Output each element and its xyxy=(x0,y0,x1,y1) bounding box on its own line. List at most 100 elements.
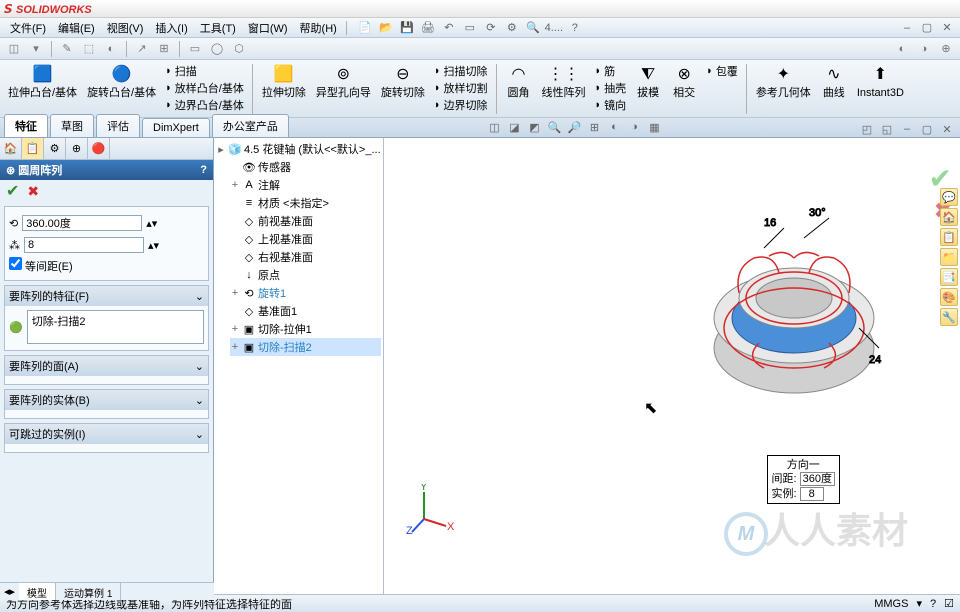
close-icon[interactable]: ✕ xyxy=(938,20,956,36)
intersect-button[interactable]: ⊗相交 xyxy=(667,62,701,101)
tab-evaluate[interactable]: 评估 xyxy=(96,114,140,137)
new-icon[interactable]: 📄 xyxy=(356,20,374,36)
pm-help-button[interactable]: ? xyxy=(200,164,207,176)
tab-model[interactable]: 模型 xyxy=(19,583,56,600)
mirror-button[interactable]: ◗ 镜向 xyxy=(595,97,627,113)
draft-button[interactable]: ⧨拔模 xyxy=(631,62,665,101)
tree-node[interactable]: ↓原点 xyxy=(230,266,381,284)
minimize-icon[interactable]: – xyxy=(898,20,916,36)
tree-node[interactable]: +A注解 xyxy=(230,176,381,194)
window-min-icon[interactable]: – xyxy=(898,121,916,137)
tb-icon[interactable]: ✎ xyxy=(57,40,77,58)
view-icon[interactable]: 🔍 xyxy=(545,119,563,135)
tb-icon[interactable]: ⊕ xyxy=(936,40,956,58)
features-section-header[interactable]: 要阵列的特征(F)⌄ xyxy=(5,286,208,306)
tree-node[interactable]: +▣切除-拉伸1 xyxy=(230,320,381,338)
pm-tab-pm[interactable]: 📋 xyxy=(22,138,44,159)
instant3d-button[interactable]: ⬆Instant3D xyxy=(853,62,908,101)
view-icon[interactable]: ◫ xyxy=(485,119,503,135)
view-icon[interactable]: ▦ xyxy=(645,119,663,135)
side-icon[interactable]: 📑 xyxy=(940,268,958,286)
tb-icon[interactable]: ◫ xyxy=(4,40,24,58)
feature-list-item[interactable]: 切除-扫描2 xyxy=(32,313,199,329)
tree-node[interactable]: ◇前视基准面 xyxy=(230,212,381,230)
tree-node[interactable]: ◇右视基准面 xyxy=(230,248,381,266)
side-icon[interactable]: 🏠 xyxy=(940,208,958,226)
shell-button[interactable]: ◗ 抽壳 xyxy=(595,80,627,96)
side-icon[interactable]: 💬 xyxy=(940,188,958,206)
linear-pattern-button[interactable]: ⋮⋮线性阵列 xyxy=(538,62,590,101)
tb-icon[interactable]: ▭ xyxy=(185,40,205,58)
boundary-button[interactable]: ◗ 边界凸台/基体 xyxy=(165,97,244,113)
side-icon[interactable]: 📁 xyxy=(940,248,958,266)
faces-section-header[interactable]: 要阵列的面(A)⌄ xyxy=(5,356,208,376)
open-icon[interactable]: 📂 xyxy=(377,20,395,36)
tree-node[interactable]: +⟲旋转1 xyxy=(230,284,381,302)
curves-button[interactable]: ∿曲线 xyxy=(817,62,851,101)
extrude-boss-button[interactable]: 🟦拉伸凸台/基体 xyxy=(4,62,81,101)
extrude-cut-button[interactable]: 🟨拉伸切除 xyxy=(258,62,310,101)
viewport[interactable]: ✔ ✖ 💬 🏠 📋 📁 📑 🎨 🔧 xyxy=(384,138,960,594)
wrap-button[interactable]: ◗ 包覆 xyxy=(706,63,738,79)
print-icon[interactable]: 🖨 xyxy=(419,20,437,36)
equal-spacing-checkbox[interactable]: 等间距(E) xyxy=(9,257,73,274)
ref-geometry-button[interactable]: ✦参考几何体 xyxy=(752,62,815,101)
window-icon[interactable]: ◱ xyxy=(878,121,896,137)
side-icon[interactable]: 📋 xyxy=(940,228,958,246)
window-close-icon[interactable]: ✕ xyxy=(938,121,956,137)
tb-icon[interactable]: ▾ xyxy=(26,40,46,58)
units-label[interactable]: MMGS xyxy=(874,598,908,610)
menu-help[interactable]: 帮助(H) xyxy=(294,18,343,38)
status-icon[interactable]: ☑ xyxy=(944,597,954,610)
tree-node[interactable]: ◇上视基准面 xyxy=(230,230,381,248)
loft-button[interactable]: ◗ 放样凸台/基体 xyxy=(165,80,244,96)
tb-icon[interactable]: ↗ xyxy=(132,40,152,58)
undo-icon[interactable]: ↶ xyxy=(440,20,458,36)
tree-node[interactable]: ◇基准面1 xyxy=(230,302,381,320)
tb-icon[interactable]: ◑ xyxy=(914,40,934,58)
menu-edit[interactable]: 编辑(E) xyxy=(52,18,101,38)
view-icon[interactable]: 🔎 xyxy=(565,119,583,135)
pm-tab-config[interactable]: ⚙ xyxy=(44,138,66,159)
skip-section-header[interactable]: 可跳过的实例(I)⌄ xyxy=(5,424,208,444)
status-icon[interactable]: ▾ xyxy=(916,597,922,610)
tb-icon[interactable]: ⬡ xyxy=(229,40,249,58)
cancel-button[interactable]: ✖ xyxy=(27,183,39,200)
window-icon[interactable]: ◰ xyxy=(858,121,876,137)
view-icon[interactable]: ◪ xyxy=(505,119,523,135)
side-icon[interactable]: 🔧 xyxy=(940,308,958,326)
tb-icon[interactable]: ⬚ xyxy=(79,40,99,58)
tb-icon[interactable]: ⊞ xyxy=(154,40,174,58)
side-icon[interactable]: 🎨 xyxy=(940,288,958,306)
tb-icon[interactable]: ◐ xyxy=(101,40,121,58)
tree-root[interactable]: ▸🧊4.5 花键轴 (默认<<默认>_... xyxy=(216,140,381,158)
help-icon[interactable]: ? xyxy=(566,20,584,36)
tb-icon[interactable]: ◐ xyxy=(892,40,912,58)
menu-tools[interactable]: 工具(T) xyxy=(194,18,242,38)
tb-icon[interactable]: ◯ xyxy=(207,40,227,58)
tab-features[interactable]: 特征 xyxy=(4,114,48,137)
hole-wizard-button[interactable]: ⊚异型孔向导 xyxy=(312,62,375,101)
ok-button[interactable]: ✔ xyxy=(6,181,19,201)
view-icon[interactable]: ◩ xyxy=(525,119,543,135)
options-icon[interactable]: ⚙ xyxy=(503,20,521,36)
pm-tab-feature[interactable]: 🏠 xyxy=(0,138,22,159)
menu-window[interactable]: 窗口(W) xyxy=(242,18,294,38)
window-max-icon[interactable]: ▢ xyxy=(918,121,936,137)
pm-tab-appear[interactable]: 🔴 xyxy=(88,138,110,159)
boundary-cut-button[interactable]: ◗ 边界切除 xyxy=(434,97,488,113)
tree-node[interactable]: +▣切除-扫描2 xyxy=(230,338,381,356)
save-icon[interactable]: 💾 xyxy=(398,20,416,36)
tree-node[interactable]: 👁传感器 xyxy=(230,158,381,176)
spinner-icon[interactable]: ▴▾ xyxy=(146,217,157,230)
count-input[interactable] xyxy=(24,237,144,253)
revolve-cut-button[interactable]: ⊖旋转切除 xyxy=(377,62,429,101)
search-text[interactable]: 4.... xyxy=(545,20,563,36)
maximize-icon[interactable]: ▢ xyxy=(918,20,936,36)
loft-cut-button[interactable]: ◗ 放样切割 xyxy=(434,80,488,96)
revolve-boss-button[interactable]: 🔵旋转凸台/基体 xyxy=(83,62,160,101)
tab-dimxpert[interactable]: DimXpert xyxy=(142,118,210,137)
angle-input[interactable] xyxy=(22,215,142,231)
view-icon[interactable]: ◐ xyxy=(605,119,623,135)
menu-file[interactable]: 文件(F) xyxy=(4,18,52,38)
